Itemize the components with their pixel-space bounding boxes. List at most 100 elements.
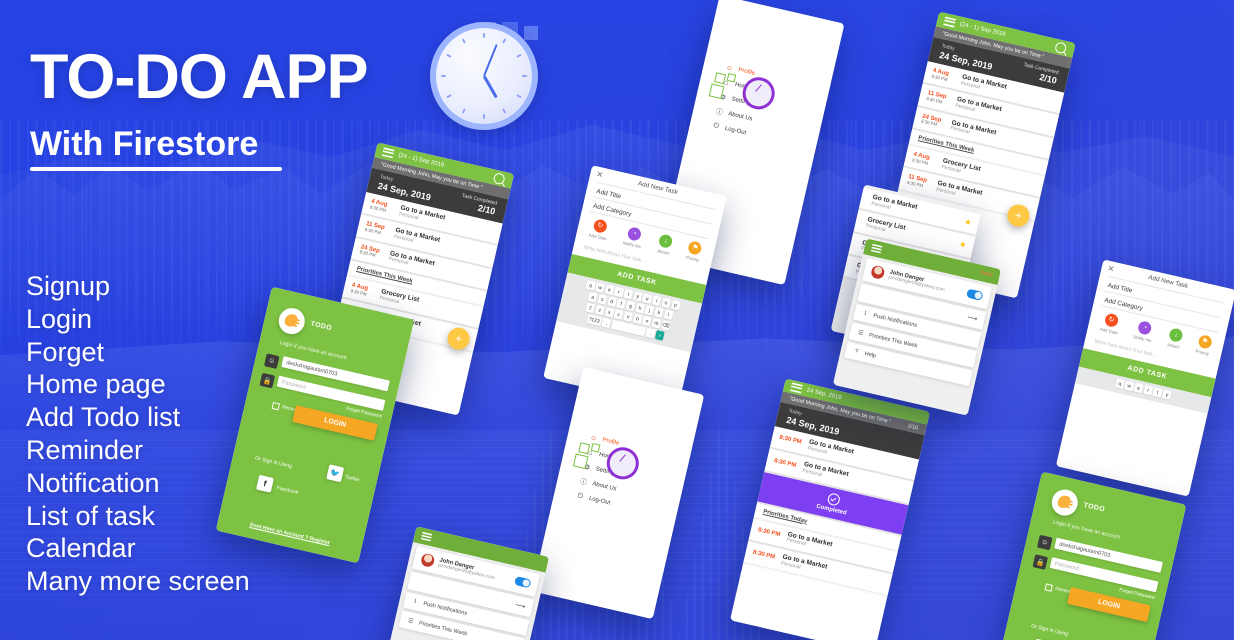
hamburger-icon[interactable] [870,243,883,254]
key[interactable]: e [1133,382,1144,394]
chip-attach[interactable]: ↓ Attach [1167,327,1184,350]
feature-item: Notification [26,467,160,498]
task-when: 11 Sep 8:30 PM [906,174,934,191]
task-when: 4 Aug 8:30 PM [912,151,940,168]
key[interactable]: c [613,309,624,320]
hamburger-icon[interactable] [790,382,803,394]
period-key[interactable]: . [645,327,656,339]
key[interactable]: y [1162,389,1173,400]
task-body: Grocery List Personal [941,157,982,179]
key[interactable]: h [635,302,646,314]
key[interactable]: b [632,313,643,325]
task-body: Go to a Market Personal [780,553,828,576]
feature-item: Login [26,303,93,334]
task-body: Go to a Market Personal [393,227,440,250]
chip-add-date[interactable]: ↻ Add Date [588,218,610,241]
key[interactable]: n [642,315,653,327]
twitter-icon[interactable]: 🐦 [326,464,345,483]
user-icon: ☺ [1036,534,1053,551]
attach-icon: ↓ [658,233,674,250]
key[interactable]: a [587,291,598,303]
calendar-icon: ↻ [1103,312,1120,329]
key[interactable]: s [597,294,608,305]
comma-key[interactable]: , [601,317,612,329]
key[interactable]: p [670,299,681,311]
star-icon[interactable]: ★ [963,217,972,227]
key[interactable]: t [623,288,634,300]
task-body: Go to a Market Personal [935,180,983,203]
feature-item: Reminder [26,434,144,465]
chip-add-date[interactable]: ↻ Add Date [1099,312,1121,335]
check-circle-icon [826,491,842,507]
settings-row-label: Push Notifications [422,600,468,617]
key[interactable]: g [625,300,636,312]
key[interactable]: v [623,311,634,323]
person-icon: ☺ [725,64,734,73]
task-body: Go to a Market Personal [786,531,833,554]
app-name: TODO [1082,501,1106,514]
key[interactable]: e [604,284,615,296]
chip-priority[interactable]: ⚑ Priority [685,240,703,263]
key[interactable]: k [653,307,664,318]
key[interactable]: l [663,309,674,321]
key[interactable]: t [1152,387,1163,398]
chip-notify-me[interactable]: ◔ Notify me [622,226,645,249]
bell-icon: ʇ [863,310,867,318]
notifications-toggle[interactable] [965,288,984,301]
task-when: 8:30 PM [752,550,779,562]
facebook-icon[interactable]: f [256,474,274,493]
bell-icon: ◔ [626,226,643,242]
key[interactable]: u [642,293,653,304]
chip-notify-me[interactable]: ◔ Notify me [1133,320,1156,343]
list-icon: ☰ [857,329,864,338]
profile-text: John Danger johndanger99@yahoo.com [888,270,947,294]
key[interactable]: x [604,307,615,318]
save-button[interactable]: Save [979,270,993,279]
key[interactable]: f [616,298,627,310]
settings-row-label: Help [863,350,877,360]
page-title: TO-DO APP [30,42,369,112]
task-body: Grocery List Personal [379,288,420,310]
checkbox-icon[interactable] [271,401,280,411]
notifications-toggle[interactable] [513,576,532,589]
shift-key[interactable]: ⇧ [585,302,596,314]
task-when: 11 Sep 8:30 PM [364,221,392,238]
bell-icon: ʇ [413,598,417,606]
chip-priority[interactable]: ⚑ Priority [1195,333,1213,356]
key[interactable]: w [1124,380,1135,392]
key[interactable]: y [632,291,643,302]
key[interactable]: q [1114,378,1125,390]
key[interactable]: d [606,296,617,307]
key[interactable]: w [595,282,606,293]
feature-item: Home page [26,369,166,400]
backspace-key[interactable]: ⌫ [660,320,671,331]
key[interactable]: z [594,304,605,316]
chip-attach[interactable]: ↓ Attach [657,233,674,256]
key[interactable]: r [613,286,624,298]
login-hint: Login if you have an account [1052,519,1121,541]
key[interactable]: m [651,317,662,329]
flag-icon: ⚑ [1196,333,1213,350]
search-icon[interactable] [1054,40,1068,54]
key[interactable]: o [661,297,672,309]
key[interactable]: q [585,280,596,291]
star-icon[interactable]: ★ [958,240,967,250]
or-sign-in-label: Or Sign in Using [254,455,293,470]
numeric-key[interactable]: ?123 [586,314,603,327]
checkbox-icon[interactable] [1044,583,1053,592]
hamburger-icon[interactable] [420,531,433,542]
settings-row-label: Priorities This Week [868,331,918,349]
key[interactable]: r [1143,384,1154,396]
feature-item: Signup [26,271,111,301]
app-logo [1049,486,1081,519]
key[interactable]: i [651,295,662,307]
search-icon[interactable]: ⌕ [654,330,665,341]
search-icon[interactable] [492,171,506,185]
swipe-action-label: Completed [815,503,848,517]
info-icon: ⓘ [579,478,588,487]
key[interactable]: j [644,305,655,316]
hamburger-icon[interactable] [943,16,957,28]
task-when: 24 Sep 8:30 PM [920,113,948,130]
avatar [419,552,436,569]
feature-item: Many more screen [26,566,250,597]
